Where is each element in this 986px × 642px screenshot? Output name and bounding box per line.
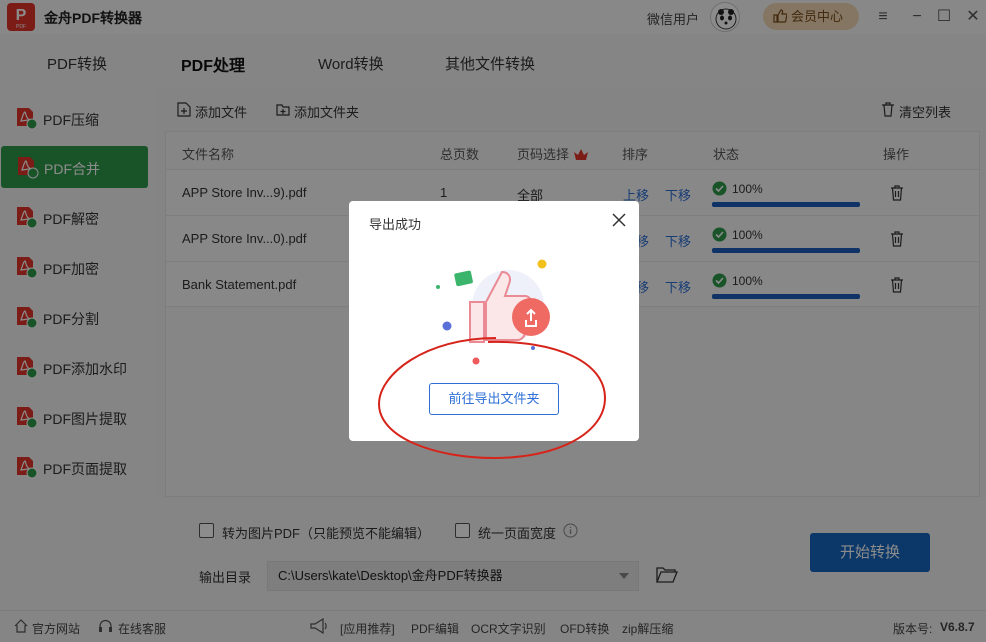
- dialog-title: 导出成功: [369, 217, 422, 232]
- close-icon[interactable]: [611, 212, 627, 228]
- annotation-ellipse: [377, 337, 607, 460]
